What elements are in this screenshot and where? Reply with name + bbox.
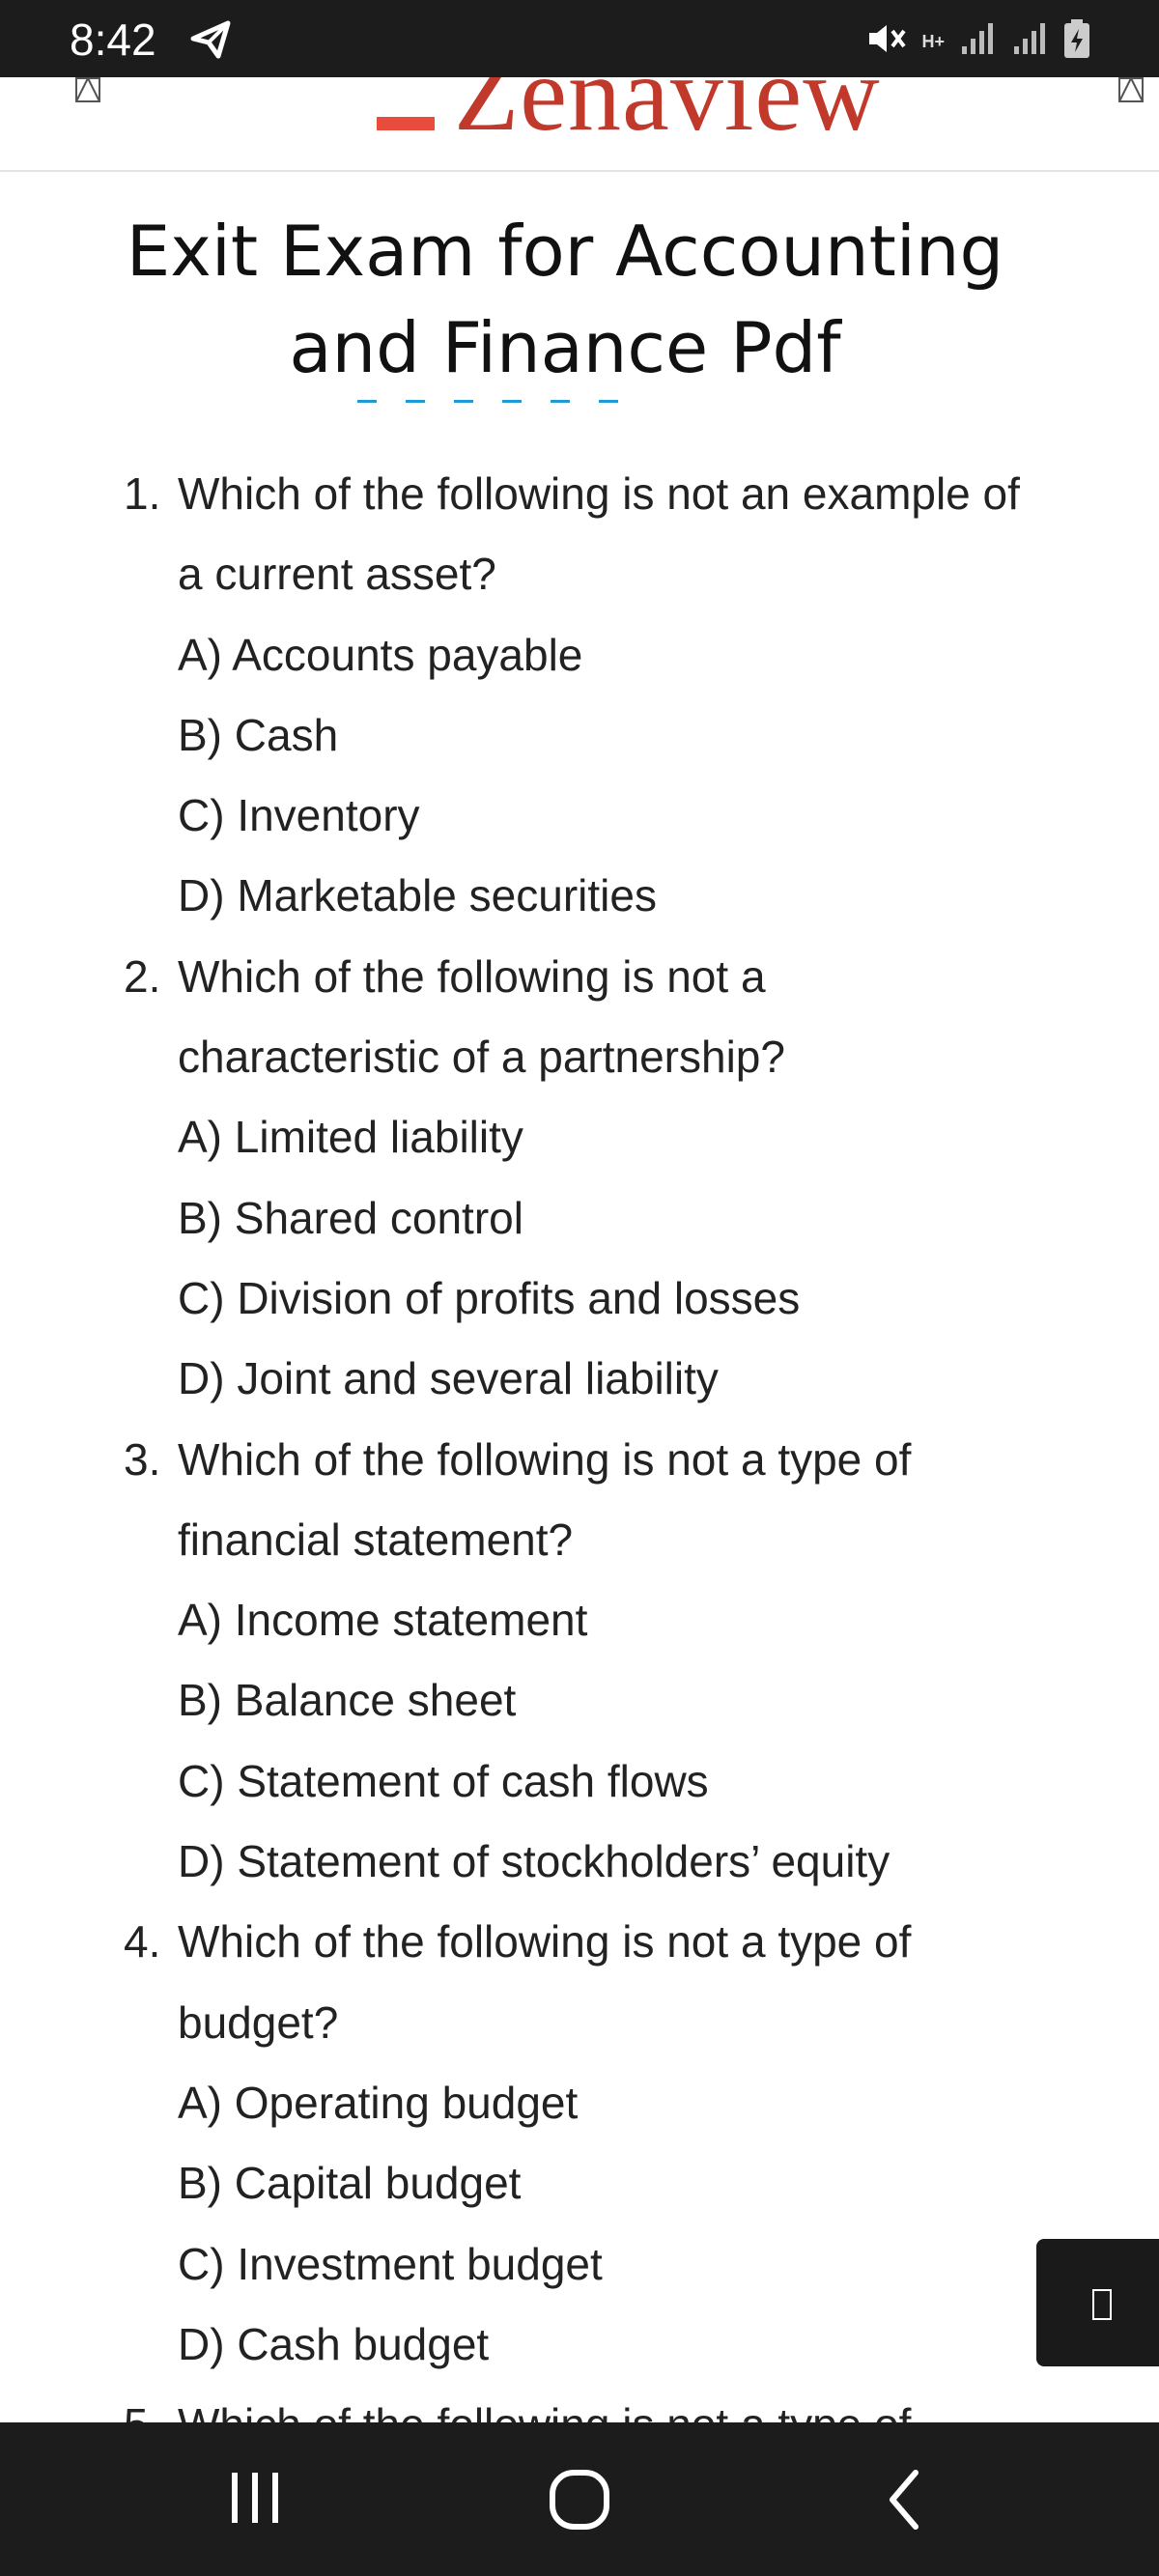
- title-line-1: Exit Exam for Accounting: [126, 211, 1004, 292]
- answer-option: C) Investment budget: [178, 2238, 603, 2289]
- answer-option: D) Statement of stockholders’ equity: [178, 1836, 890, 1887]
- question-line: 4. Which of the following is not a type o…: [0, 1902, 1159, 1982]
- question-text: budget?: [178, 1996, 339, 2048]
- back-icon[interactable]: [885, 2469, 923, 2531]
- answer-option: D) Marketable securities: [178, 870, 657, 921]
- answer-option: B) Cash: [178, 709, 339, 760]
- answer-option: B) Balance sheet: [178, 1675, 517, 1726]
- question-line: a current asset?: [0, 534, 1159, 614]
- question-text: Which of the following is not a: [178, 950, 766, 1002]
- battery-charging-icon: [1062, 17, 1091, 65]
- answer-option: D) Cash budget: [178, 2318, 490, 2369]
- site-logo[interactable]: Zenaview: [377, 77, 881, 156]
- question-line: 1. Which of the following is not an examp…: [0, 454, 1159, 534]
- status-time: 8:42: [70, 14, 156, 65]
- question-number: 2.: [124, 950, 161, 1002]
- telegram-icon: [189, 17, 232, 65]
- answer-option: C) Division of profits and losses: [178, 1272, 801, 1323]
- question-text: Which of the following is not a type of: [178, 1916, 912, 1967]
- logo-text: Zenaview: [454, 77, 881, 153]
- home-icon[interactable]: [549, 2469, 610, 2531]
- broken-image-icon[interactable]: [1118, 77, 1144, 102]
- answer-option: D) Joint and several liability: [178, 1353, 719, 1404]
- question-text: Which of the following is not a type of: [178, 1433, 912, 1485]
- signal-icon: [1010, 19, 1049, 63]
- floating-action-button[interactable]: [1036, 2239, 1159, 2366]
- question-line: 2. Which of the following is not a: [0, 937, 1159, 1017]
- title-underline: [357, 400, 676, 404]
- hplus-data-icon: H+: [921, 31, 945, 51]
- answer-option: B) Shared control: [178, 1192, 523, 1243]
- logo-mark: [377, 116, 435, 130]
- page-title: Exit Exam for Accounting and Finance Pdf: [58, 203, 1072, 396]
- answer-option: A) Accounts payable: [178, 629, 583, 680]
- answer-option: C) Inventory: [178, 790, 420, 841]
- answer-option: A) Limited liability: [178, 1112, 523, 1163]
- question-number: 1.: [124, 468, 161, 519]
- question-text: Which of the following is not an example…: [178, 468, 1020, 519]
- site-header: Zenaview: [0, 77, 1159, 172]
- system-icons: H+: [865, 17, 1091, 65]
- status-bar: 8:42 H+: [0, 0, 1159, 77]
- answer-option: C) Statement of cash flows: [178, 1755, 709, 1806]
- question-text: a current asset?: [178, 549, 496, 600]
- title-line-2: and Finance Pdf: [289, 307, 841, 388]
- question-text: financial statement?: [178, 1514, 574, 1565]
- signal-icon: [958, 19, 997, 63]
- answer-option: A) Operating budget: [178, 2077, 579, 2128]
- recents-icon[interactable]: [228, 2469, 282, 2527]
- answer-option: B) Capital budget: [178, 2158, 522, 2209]
- question-line: budget?: [0, 1983, 1159, 2063]
- broken-glyph-icon: [1092, 2289, 1112, 2320]
- mute-icon: [865, 19, 908, 63]
- broken-image-icon[interactable]: [75, 77, 100, 102]
- question-list: 1. Which of the following is not an examp…: [0, 454, 1159, 2465]
- question-number: 4.: [124, 1916, 161, 1967]
- answer-option: A) Income statement: [178, 1595, 588, 1646]
- question-line: 3. Which of the following is not a type o…: [0, 1420, 1159, 1500]
- question-line: financial statement?: [0, 1500, 1159, 1580]
- navigation-bar: [0, 2422, 1159, 2576]
- question-text: characteristic of a partnership?: [178, 1032, 785, 1083]
- question-line: characteristic of a partnership?: [0, 1017, 1159, 1097]
- question-number: 3.: [124, 1433, 161, 1485]
